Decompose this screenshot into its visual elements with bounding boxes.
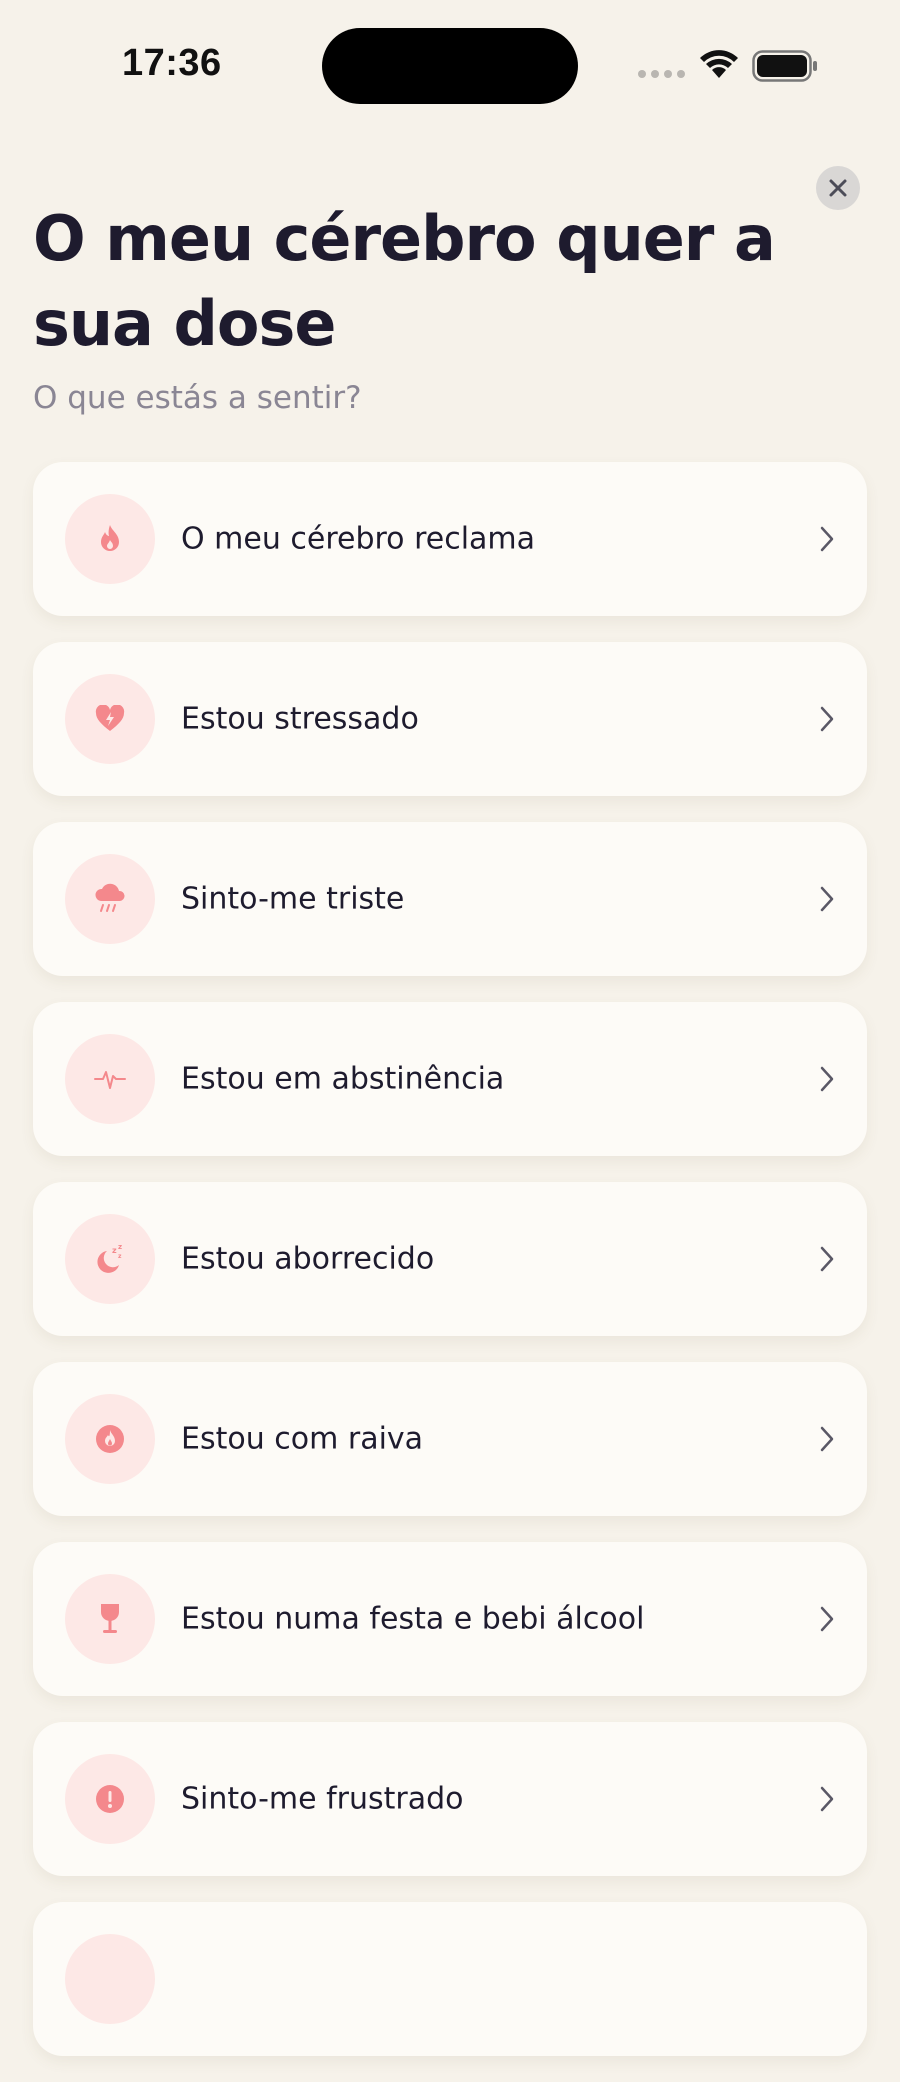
feeling-item-withdrawal[interactable]: Estou em abstinência [33, 1002, 867, 1156]
feeling-item-bored[interactable]: z z z Estou aborrecido [33, 1182, 867, 1336]
svg-text:z: z [118, 1253, 122, 1260]
close-icon [829, 179, 847, 197]
partial-icon [65, 1934, 155, 2024]
page-subtitle: O que estás a sentir? [33, 380, 362, 416]
chevron-right-icon [820, 1606, 834, 1632]
status-bar: 17:36 [0, 0, 900, 130]
chevron-right-icon [820, 886, 834, 912]
feeling-item-sad[interactable]: Sinto-me triste [33, 822, 867, 976]
alert-icon [65, 1754, 155, 1844]
chevron-right-icon [820, 1066, 834, 1092]
heart-bolt-icon [65, 674, 155, 764]
feeling-item-label: Sinto-me frustrado [181, 1781, 464, 1817]
chevron-right-icon [820, 1786, 834, 1812]
feeling-list: O meu cérebro reclama Estou stressado Si… [33, 462, 867, 2082]
feeling-item-stressed[interactable]: Estou stressado [33, 642, 867, 796]
chevron-right-icon [820, 1246, 834, 1272]
feeling-item-label: Estou aborrecido [181, 1241, 435, 1277]
feeling-item-party-alcohol[interactable]: Estou numa festa e bebi álcool [33, 1542, 867, 1696]
status-time: 17:36 [122, 42, 222, 84]
flame-icon [65, 494, 155, 584]
chevron-right-icon [820, 706, 834, 732]
feeling-item-brain-complains[interactable]: O meu cérebro reclama [33, 462, 867, 616]
page-title: O meu cérebro quer a sua dose [33, 202, 776, 360]
feeling-item-frustrated[interactable]: Sinto-me frustrado [33, 1722, 867, 1876]
chevron-right-icon [820, 1426, 834, 1452]
feeling-item-label: Estou stressado [181, 701, 419, 737]
chevron-right-icon [820, 526, 834, 552]
feeling-item-label: Sinto-me triste [181, 881, 405, 917]
angry-flame-icon [65, 1394, 155, 1484]
rain-cloud-icon [65, 854, 155, 944]
wine-glass-icon [65, 1574, 155, 1664]
feeling-item-label: Estou em abstinência [181, 1061, 505, 1097]
close-button[interactable] [816, 166, 860, 210]
svg-text:z: z [118, 1243, 122, 1251]
feeling-item-label: Estou numa festa e bebi álcool [181, 1601, 645, 1637]
svg-text:z: z [112, 1246, 117, 1255]
feeling-item-label: Estou com raiva [181, 1421, 424, 1457]
cellular-signal-icon [638, 70, 685, 78]
pulse-icon [65, 1034, 155, 1124]
feeling-item-partial[interactable] [33, 1902, 867, 2056]
wifi-icon [700, 50, 738, 78]
feeling-item-angry[interactable]: Estou com raiva [33, 1362, 867, 1516]
dynamic-island [322, 28, 578, 104]
battery-icon [752, 50, 817, 82]
moon-sleep-icon: z z z [65, 1214, 155, 1304]
feeling-item-label: O meu cérebro reclama [181, 521, 536, 557]
